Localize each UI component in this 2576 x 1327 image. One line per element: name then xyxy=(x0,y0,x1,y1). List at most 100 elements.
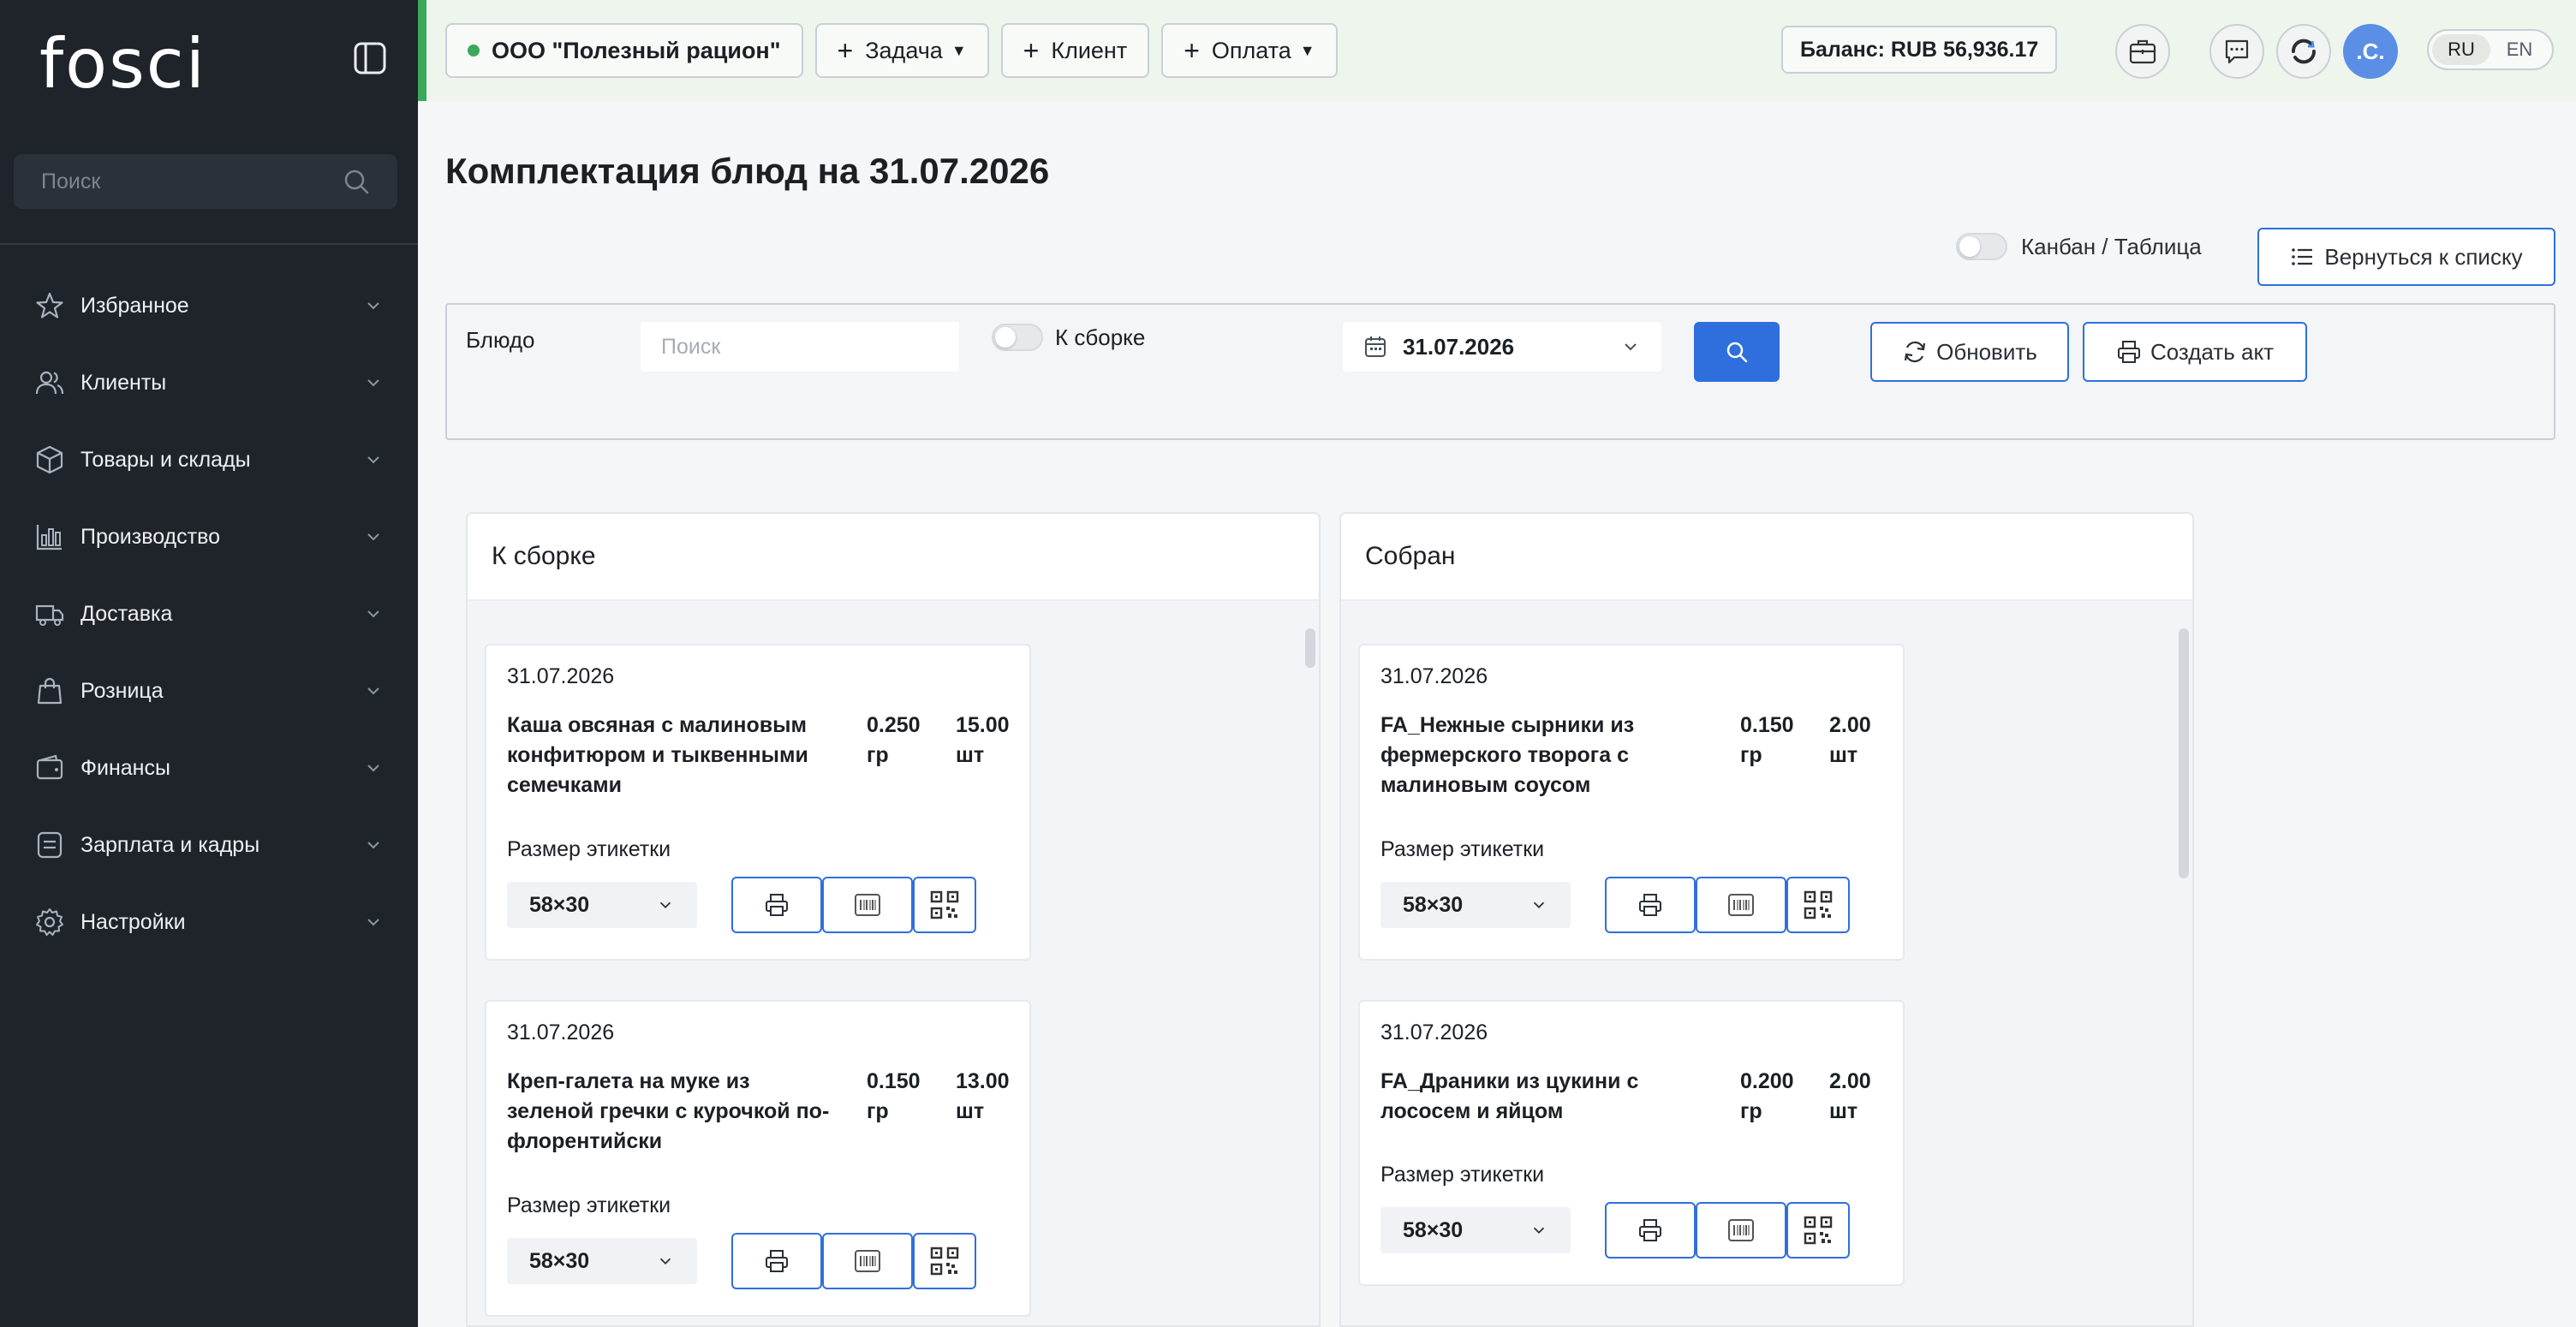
column-scrollbar[interactable] xyxy=(2179,628,2189,878)
card-quantity: 15.00 шт xyxy=(956,713,1010,767)
column-header-strip xyxy=(468,601,1319,625)
print-qr-button[interactable] xyxy=(913,877,976,933)
briefcase-button[interactable] xyxy=(2115,24,2170,79)
label-size-caption: Размер этикетки xyxy=(507,837,671,861)
logo[interactable]: fosci xyxy=(39,24,206,104)
column-title: Собран xyxy=(1341,514,2192,601)
print-label-button[interactable] xyxy=(1605,1202,1696,1259)
assembly-toggle-switch[interactable] xyxy=(992,324,1043,351)
avatar[interactable]: .C. xyxy=(2343,24,2398,79)
organization-selector[interactable]: ООО "Полезный рацион" xyxy=(445,23,803,78)
sidebar-search xyxy=(14,154,397,209)
barcode-icon xyxy=(1728,894,1754,916)
card-weight: 0.150 гр xyxy=(867,1069,921,1123)
star-icon xyxy=(34,290,65,321)
sidebar-toggle-icon[interactable] xyxy=(353,41,387,75)
card-weight: 0.250 гр xyxy=(867,713,921,767)
view-toggle-switch[interactable] xyxy=(1956,233,2007,260)
app-root: fosci Избранное Клиенты Товары и склады xyxy=(0,0,2576,1327)
sidebar-item-label: Производство xyxy=(80,524,221,549)
box-icon xyxy=(34,444,65,475)
print-label-button[interactable] xyxy=(1605,877,1696,933)
sidebar-nav: Избранное Клиенты Товары и склады Произв… xyxy=(0,267,418,961)
search-submit-button[interactable] xyxy=(1694,322,1780,382)
barcode-icon xyxy=(855,894,880,916)
sidebar-item-label: Финансы xyxy=(80,755,170,780)
card-date: 31.07.2026 xyxy=(1380,1021,1488,1044)
label-size-value: 58×30 xyxy=(1403,892,1464,917)
sidebar-item-delivery[interactable]: Доставка xyxy=(0,575,418,652)
sidebar-item-settings[interactable]: Настройки xyxy=(0,884,418,961)
lang-ru-option[interactable]: RU xyxy=(2432,34,2490,65)
print-barcode-button[interactable] xyxy=(822,877,913,933)
view-toggle: Канбан / Таблица xyxy=(1956,233,2202,260)
print-qr-button[interactable] xyxy=(1786,1202,1850,1259)
dish-search-input[interactable] xyxy=(641,322,959,372)
back-to-list-label: Вернуться к списку xyxy=(2324,243,2523,270)
column-header-strip xyxy=(1341,601,2192,625)
label-size-select[interactable]: 58×30 xyxy=(507,882,697,928)
barcode-icon xyxy=(855,1250,880,1272)
label-size-value: 58×30 xyxy=(529,1248,590,1273)
payment-label: Оплата xyxy=(1211,37,1291,63)
organization-name: ООО "Полезный рацион" xyxy=(492,37,781,63)
card-dish-name: Креп-галета на муке из зеленой гречки с … xyxy=(507,1069,830,1153)
kanban-column-to-assemble: К сборке 31.07.2026 Каша овсяная с малин… xyxy=(466,512,1321,1327)
refresh-icon xyxy=(1905,341,1926,363)
print-barcode-button[interactable] xyxy=(1696,877,1786,933)
chevron-down-icon xyxy=(1533,1227,1545,1235)
print-qr-button[interactable] xyxy=(913,1233,976,1289)
printer-icon xyxy=(2117,341,2140,363)
dish-card[interactable]: 31.07.2026 FA_Нежные сырники из фермерск… xyxy=(1358,644,1905,961)
print-qr-button[interactable] xyxy=(1786,877,1850,933)
chat-button[interactable] xyxy=(2209,24,2264,79)
lang-en-option[interactable]: EN xyxy=(2490,34,2549,65)
printer-icon xyxy=(766,894,788,916)
label-size-select[interactable]: 58×30 xyxy=(507,1238,697,1284)
sidebar-item-label: Клиенты xyxy=(80,370,167,395)
back-to-list-button[interactable]: Вернуться к списку xyxy=(2257,228,2555,286)
task-button[interactable]: + Задача ▼ xyxy=(814,23,989,78)
print-label-button[interactable] xyxy=(731,1233,822,1289)
card-weight: 0.200 гр xyxy=(1740,1069,1794,1123)
print-barcode-button[interactable] xyxy=(1696,1202,1786,1259)
chevron-down-icon xyxy=(367,765,379,772)
sidebar-item-finance[interactable]: Финансы xyxy=(0,729,418,806)
create-act-button[interactable]: Создать акт xyxy=(2083,322,2307,382)
dish-label: Блюдо xyxy=(466,327,535,353)
create-act-label: Создать акт xyxy=(2150,338,2275,365)
sidebar-item-salary[interactable]: Зарплата и кадры xyxy=(0,806,418,884)
sidebar-item-favorites[interactable]: Избранное xyxy=(0,267,418,344)
sidebar-item-retail[interactable]: Розница xyxy=(0,652,418,729)
dish-card[interactable]: 31.07.2026 FA_Драники из цукини с лососе… xyxy=(1358,1000,1905,1286)
sync-button[interactable] xyxy=(2276,24,2331,79)
search-icon[interactable] xyxy=(343,168,370,195)
sidebar-item-goods[interactable]: Товары и склады xyxy=(0,421,418,498)
client-button[interactable]: + Клиент xyxy=(1000,23,1150,78)
print-barcode-button[interactable] xyxy=(822,1233,913,1289)
sync-icon xyxy=(2291,39,2317,64)
label-size-select[interactable]: 58×30 xyxy=(1380,882,1571,928)
date-picker[interactable]: 31.07.2026 xyxy=(1343,322,1661,372)
balance-badge[interactable]: Баланс: RUB 56,936.17 xyxy=(1781,26,2058,74)
topbar: ООО "Полезный рацион" + Задача ▼ + Клиен… xyxy=(418,0,2576,101)
chart-icon xyxy=(34,521,65,552)
payment-button[interactable]: + Оплата ▼ xyxy=(1161,23,1338,78)
printer-icon xyxy=(1639,1219,1661,1241)
refresh-label: Обновить xyxy=(1936,338,2037,365)
view-toggle-label: Канбан / Таблица xyxy=(2021,233,2202,259)
dish-card[interactable]: 31.07.2026 Креп-галета на муке из зелено… xyxy=(485,1000,1031,1317)
sidebar-item-production[interactable]: Производство xyxy=(0,498,418,575)
refresh-button[interactable]: Обновить xyxy=(1870,322,2069,382)
language-switcher: RU EN xyxy=(2427,29,2554,70)
sidebar-search-input[interactable] xyxy=(41,169,343,194)
label-size-select[interactable]: 58×30 xyxy=(1380,1207,1571,1253)
dish-card[interactable]: 31.07.2026 Каша овсяная с малиновым конф… xyxy=(485,644,1031,961)
filter-panel: Блюдо К сборке 31.07.2026 Обновить Созда… xyxy=(445,303,2555,440)
print-label-button[interactable] xyxy=(731,877,822,933)
column-scrollbar[interactable] xyxy=(1305,628,1315,668)
chevron-down-icon xyxy=(367,919,379,926)
caret-down-icon: ▼ xyxy=(1299,41,1315,59)
sidebar-item-clients[interactable]: Клиенты xyxy=(0,344,418,421)
column-title: К сборке xyxy=(468,514,1319,601)
